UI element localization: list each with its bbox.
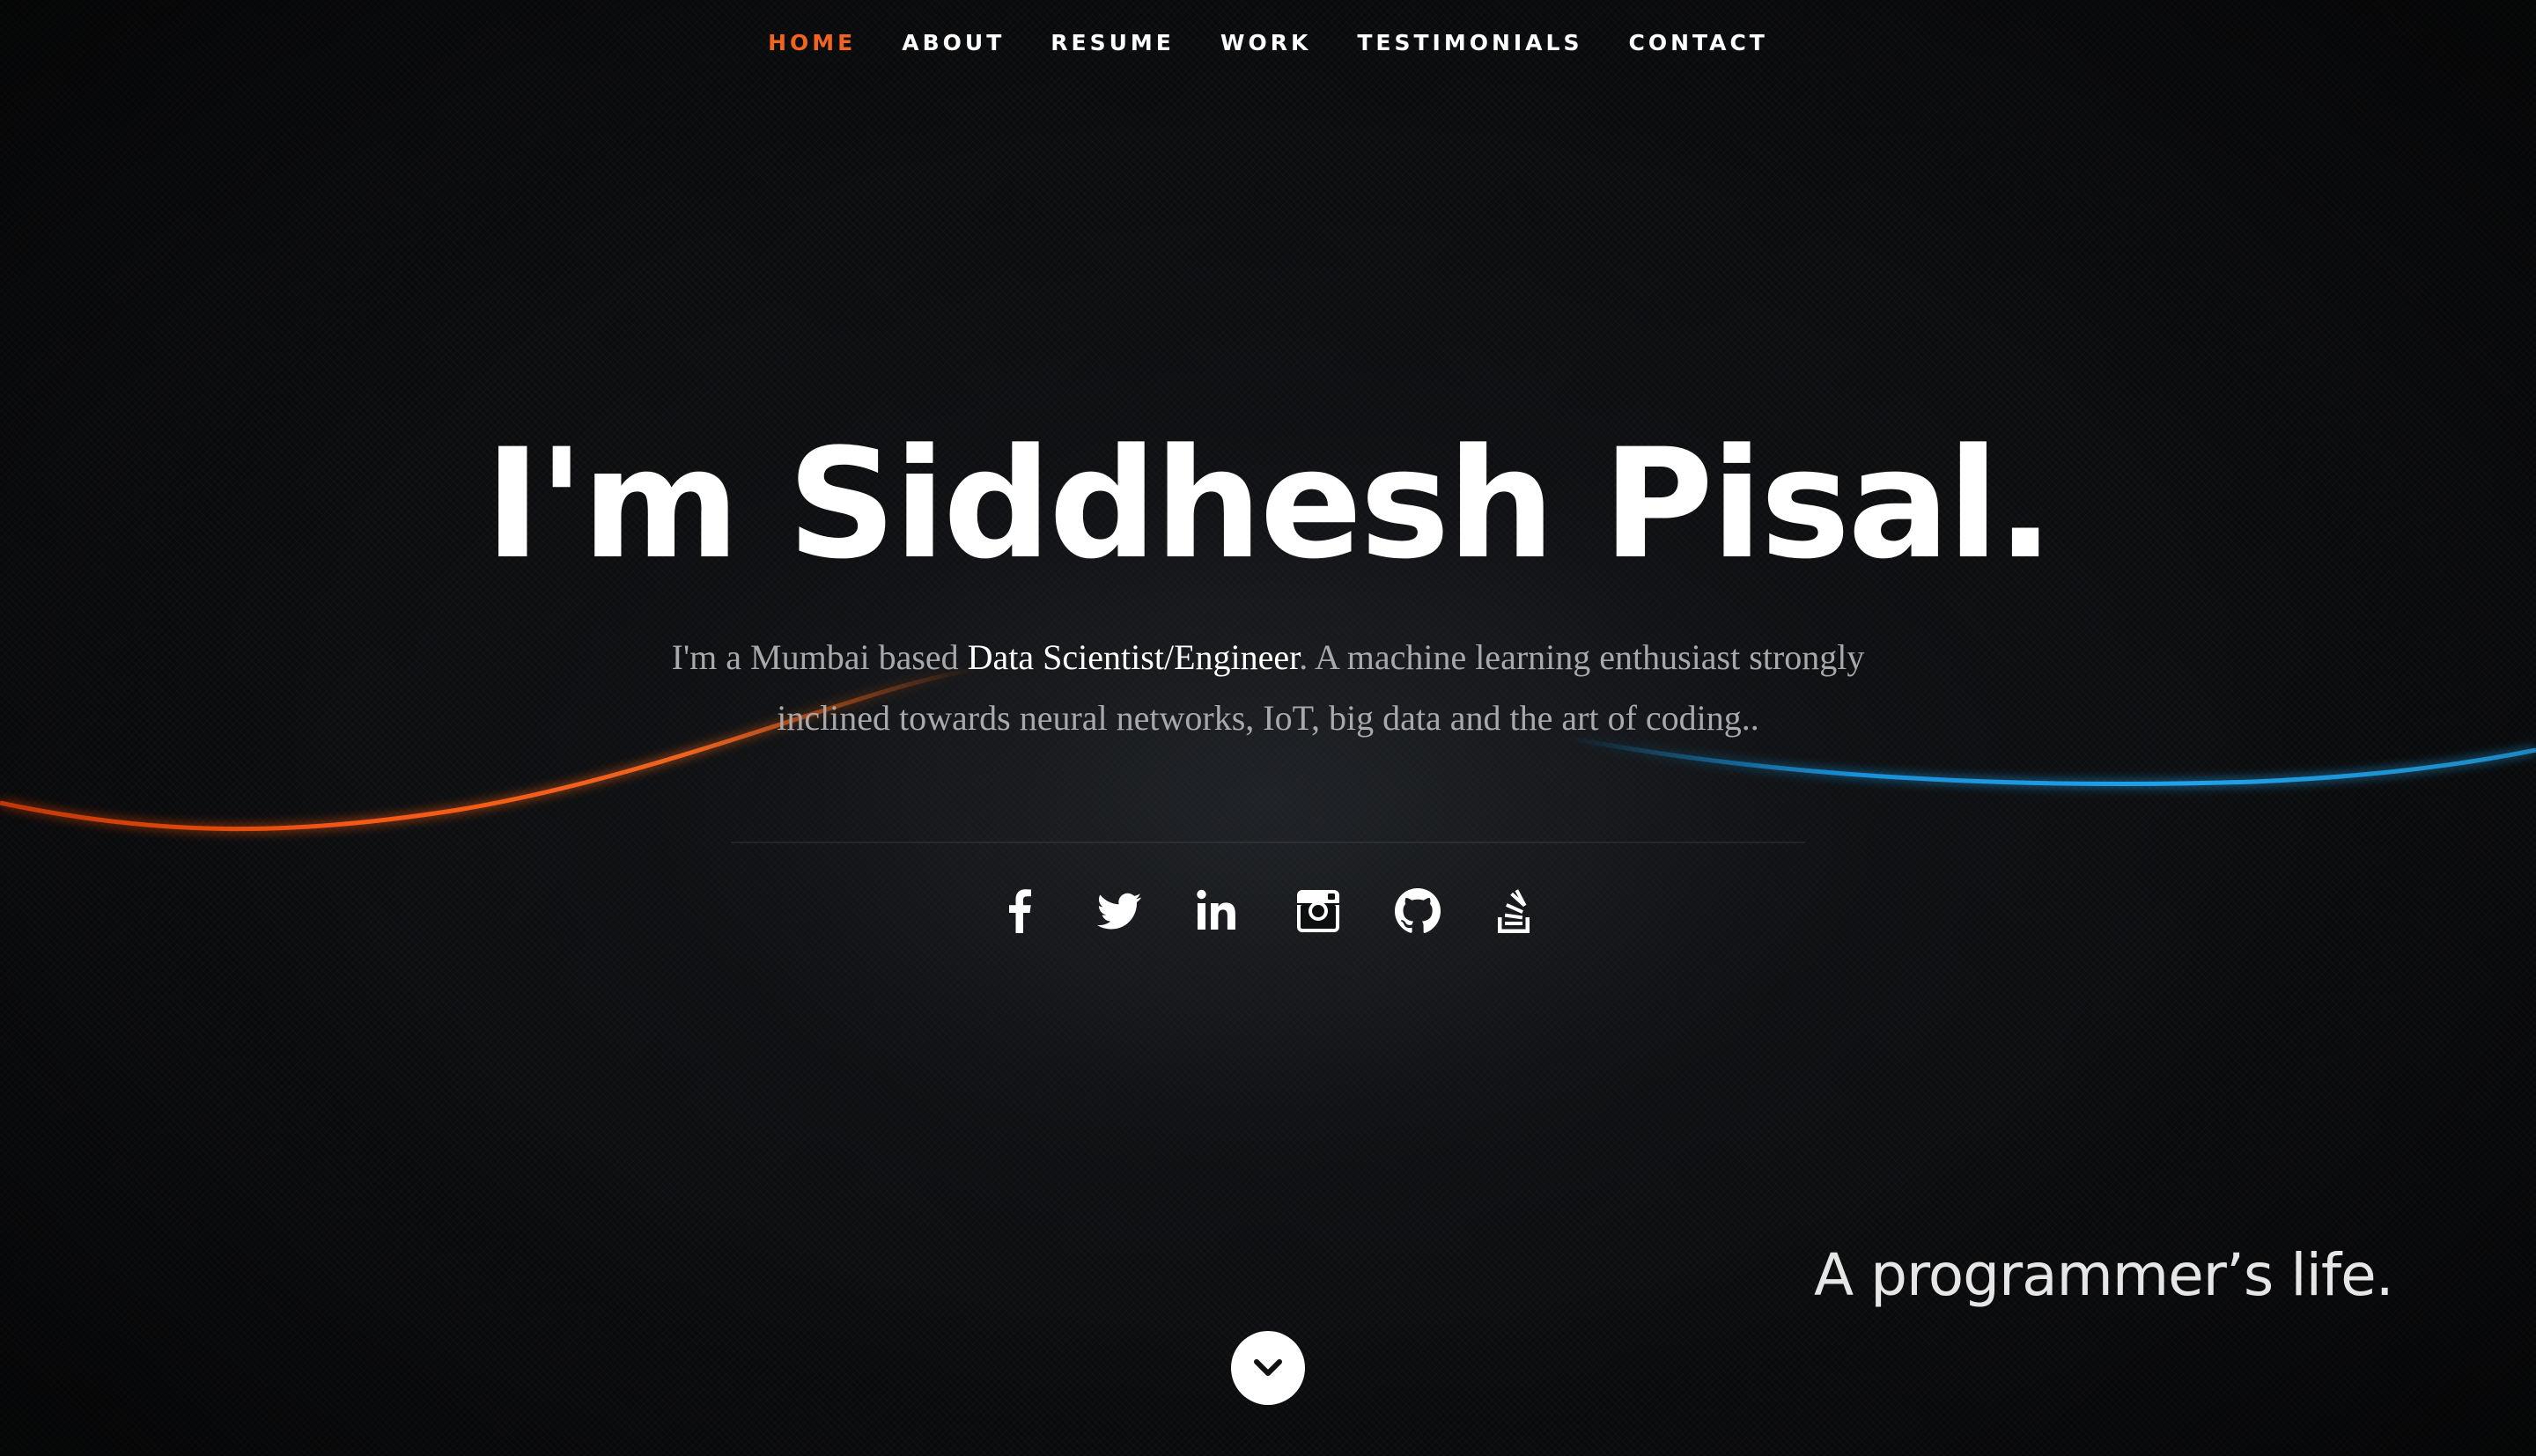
intro-highlight-role: Data Scientist/Engineer — [967, 637, 1300, 677]
twitter-link[interactable] — [1092, 884, 1146, 938]
nav-work[interactable]: WORK — [1220, 26, 1311, 59]
linkedin-link[interactable] — [1191, 884, 1246, 938]
nav-contact[interactable]: CONTACT — [1628, 26, 1767, 59]
instagram-link[interactable] — [1291, 884, 1345, 938]
hero-headline: I'm Siddhesh Pisal. — [484, 415, 2053, 592]
twitter-icon — [1096, 893, 1141, 930]
hero-intro: I'm a Mumbai based Data Scientist/Engine… — [634, 627, 1902, 748]
nav-about[interactable]: ABOUT — [902, 26, 1005, 59]
nav-testimonials[interactable]: TESTIMONIALS — [1357, 26, 1582, 59]
facebook-link[interactable] — [992, 884, 1047, 938]
social-links — [0, 884, 2536, 938]
chevron-down-icon — [1254, 1359, 1282, 1376]
linkedin-icon — [1196, 889, 1235, 930]
stackoverflow-icon — [1497, 889, 1530, 933]
instagram-icon — [1296, 890, 1339, 932]
nav-home[interactable]: HOME — [768, 26, 856, 59]
hero-tagline: A programmer’s life. — [1814, 1241, 2394, 1309]
github-icon — [1394, 888, 1441, 933]
main-navigation: HOME ABOUT RESUME WORK TESTIMONIALS CONT… — [0, 26, 2536, 59]
scroll-down-button[interactable] — [1231, 1331, 1305, 1405]
nav-resume[interactable]: RESUME — [1051, 26, 1175, 59]
intro-text-before: I'm a Mumbai based — [671, 637, 968, 677]
github-link[interactable] — [1390, 884, 1445, 938]
facebook-icon — [1008, 889, 1031, 933]
hero-divider — [731, 842, 1805, 843]
stackoverflow-link[interactable] — [1490, 884, 1544, 938]
